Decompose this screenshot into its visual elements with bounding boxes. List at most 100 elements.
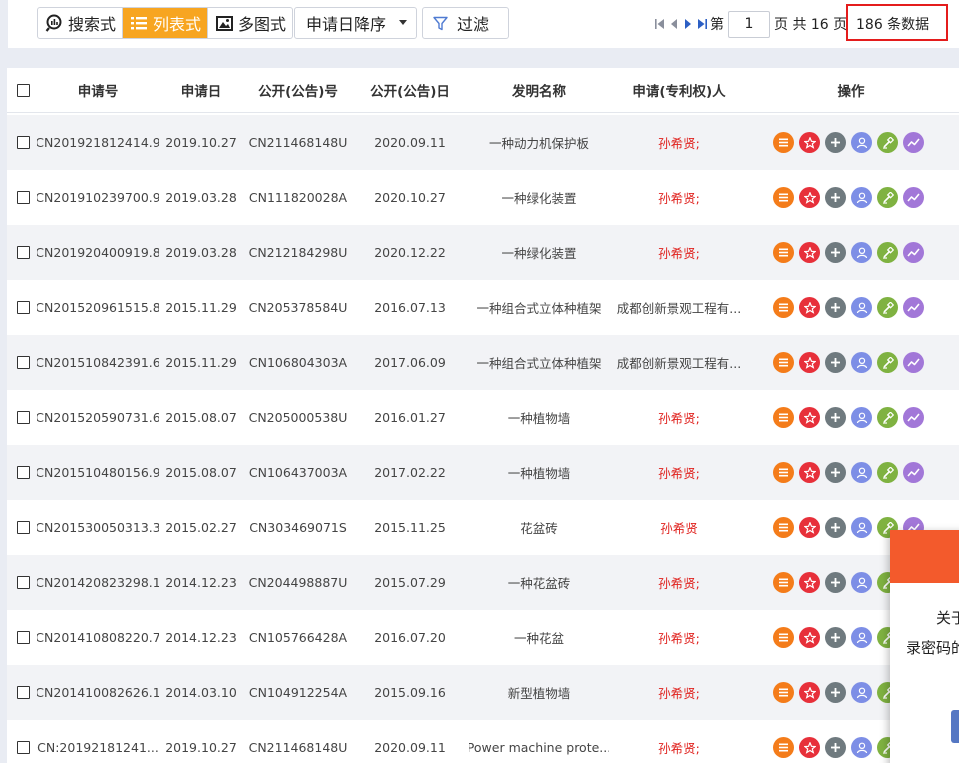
star-icon[interactable] (799, 352, 820, 373)
row-checkbox[interactable] (16, 521, 30, 534)
row-checkbox[interactable] (16, 686, 30, 699)
header-app-no[interactable]: 申请号 (37, 68, 159, 112)
plus-icon[interactable] (825, 572, 846, 593)
last-page-icon[interactable] (696, 17, 708, 31)
legal-status-icon[interactable] (877, 462, 898, 483)
plus-icon[interactable] (825, 407, 846, 428)
title-cell[interactable]: 一种花盆 (469, 610, 609, 665)
pub-no-cell[interactable]: CN211468148U (243, 720, 353, 763)
pub-no-cell[interactable]: CN205378584U (243, 280, 353, 335)
row-checkbox[interactable] (16, 301, 30, 314)
title-cell[interactable]: 一种组合式立体种植架 (469, 335, 609, 390)
user-icon[interactable] (851, 517, 872, 538)
star-icon[interactable] (799, 517, 820, 538)
legal-status-icon[interactable] (877, 407, 898, 428)
sort-dropdown[interactable]: 申请日降序 (294, 7, 417, 39)
pub-no-cell[interactable]: CN205000538U (243, 390, 353, 445)
pub-no-cell[interactable]: CN105766428A (243, 610, 353, 665)
pub-no-cell[interactable]: CN303469071S (243, 500, 353, 555)
table-row[interactable]: CN201520590731.6 2015.08.07 CN205000538U 20… (7, 390, 959, 445)
app-no-cell[interactable]: CN201510842391.6 (37, 335, 159, 390)
user-icon[interactable] (851, 187, 872, 208)
app-no-cell[interactable]: CN201920400919.8 (37, 225, 159, 280)
table-row[interactable]: CN:20192181241... 2019.10.27 CN211468148U 2… (7, 720, 959, 763)
legal-status-icon[interactable] (877, 352, 898, 373)
popup-button[interactable] (951, 710, 959, 743)
user-icon[interactable] (851, 462, 872, 483)
star-icon[interactable] (799, 297, 820, 318)
row-checkbox[interactable] (16, 246, 30, 259)
first-page-icon[interactable] (654, 17, 666, 31)
user-icon[interactable] (851, 297, 872, 318)
user-icon[interactable] (851, 352, 872, 373)
applicant-cell[interactable]: 孙希贤 (611, 500, 747, 555)
table-row[interactable]: CN201420823298.1 2014.12.23 CN204498887U 20… (7, 555, 959, 610)
row-checkbox[interactable] (16, 741, 30, 754)
title-cell[interactable]: 一种绿化装置 (469, 225, 609, 280)
list-detail-icon[interactable] (773, 242, 794, 263)
title-cell[interactable]: 花盆砖 (469, 500, 609, 555)
app-no-cell[interactable]: CN201410082626.1 (37, 665, 159, 720)
select-all-checkbox[interactable] (16, 83, 30, 97)
list-detail-icon[interactable] (773, 187, 794, 208)
star-icon[interactable] (799, 187, 820, 208)
table-row[interactable]: CN201510480156.9 2015.08.07 CN106437003A 20… (7, 445, 959, 500)
star-icon[interactable] (799, 242, 820, 263)
list-detail-icon[interactable] (773, 352, 794, 373)
title-cell[interactable]: 一种组合式立体种植架 (469, 280, 609, 335)
star-icon[interactable] (799, 682, 820, 703)
app-no-cell[interactable]: CN201530050313.3 (37, 500, 159, 555)
title-cell[interactable]: 一种绿化装置 (469, 170, 609, 225)
app-no-cell[interactable]: CN201921812414.9 (37, 115, 159, 170)
legal-status-icon[interactable] (877, 242, 898, 263)
applicant-cell[interactable]: 孙希贤; (611, 390, 747, 445)
star-icon[interactable] (799, 627, 820, 648)
applicant-cell[interactable]: 成都创新景观工程有... (611, 280, 747, 335)
star-icon[interactable] (799, 462, 820, 483)
plus-icon[interactable] (825, 517, 846, 538)
list-detail-icon[interactable] (773, 737, 794, 758)
header-pub-date[interactable]: 公开(公告)日 (355, 68, 465, 112)
user-icon[interactable] (851, 242, 872, 263)
title-cell[interactable]: 新型植物墙 (469, 665, 609, 720)
title-cell[interactable]: 一种花盆砖 (469, 555, 609, 610)
list-detail-icon[interactable] (773, 517, 794, 538)
trend-icon[interactable] (903, 297, 924, 318)
applicant-cell[interactable]: 孙希贤; (611, 170, 747, 225)
applicant-cell[interactable]: 孙希贤; (611, 720, 747, 763)
star-icon[interactable] (799, 407, 820, 428)
table-row[interactable]: CN201520961515.8 2015.11.29 CN205378584U 20… (7, 280, 959, 335)
pub-no-cell[interactable]: CN104912254A (243, 665, 353, 720)
list-detail-icon[interactable] (773, 132, 794, 153)
title-cell[interactable]: Power machine prote... (469, 720, 609, 763)
applicant-cell[interactable]: 成都创新景观工程有... (611, 335, 747, 390)
row-checkbox[interactable] (16, 411, 30, 424)
pub-no-cell[interactable]: CN106437003A (243, 445, 353, 500)
applicant-cell[interactable]: 孙希贤; (611, 225, 747, 280)
app-no-cell[interactable]: CN201420823298.1 (37, 555, 159, 610)
legal-status-icon[interactable] (877, 187, 898, 208)
list-detail-icon[interactable] (773, 297, 794, 318)
trend-icon[interactable] (903, 407, 924, 428)
page-number-input[interactable] (728, 10, 770, 38)
list-detail-icon[interactable] (773, 572, 794, 593)
header-title[interactable]: 发明名称 (469, 68, 609, 112)
table-row[interactable]: CN201530050313.3 2015.02.27 CN303469071S 20… (7, 500, 959, 555)
trend-icon[interactable] (903, 352, 924, 373)
next-page-icon[interactable] (682, 17, 694, 31)
plus-icon[interactable] (825, 297, 846, 318)
view-list-button[interactable]: 列表式 (122, 8, 208, 38)
plus-icon[interactable] (825, 352, 846, 373)
app-no-cell[interactable]: CN201520590731.6 (37, 390, 159, 445)
applicant-cell[interactable]: 孙希贤; (611, 665, 747, 720)
plus-icon[interactable] (825, 242, 846, 263)
trend-icon[interactable] (903, 187, 924, 208)
title-cell[interactable]: 一种植物墙 (469, 445, 609, 500)
row-checkbox[interactable] (16, 136, 30, 149)
pub-no-cell[interactable]: CN204498887U (243, 555, 353, 610)
table-row[interactable]: CN201410082626.1 2014.03.10 CN104912254A 20… (7, 665, 959, 720)
list-detail-icon[interactable] (773, 462, 794, 483)
user-icon[interactable] (851, 572, 872, 593)
user-icon[interactable] (851, 682, 872, 703)
app-no-cell[interactable]: CN201410808220.7 (37, 610, 159, 665)
